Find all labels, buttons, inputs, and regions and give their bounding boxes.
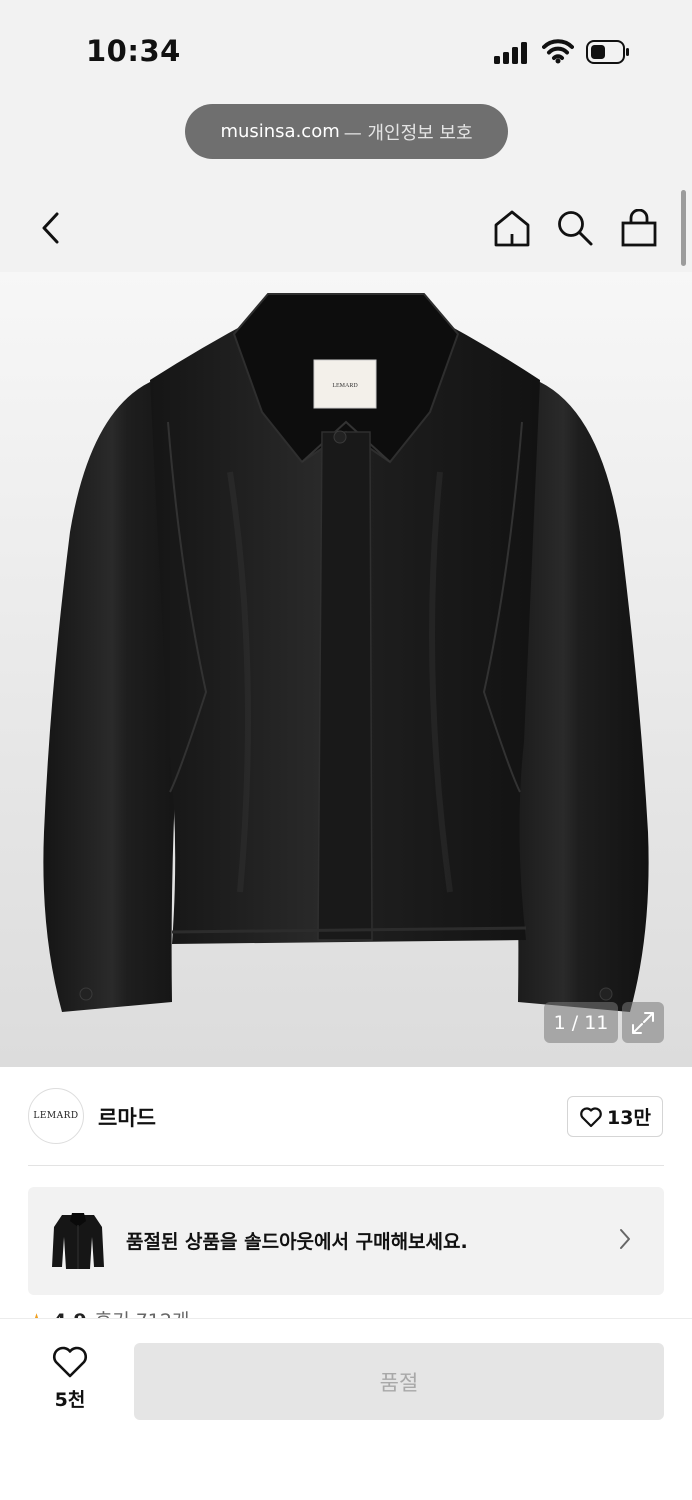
wifi-icon: [542, 39, 574, 64]
signal-icon: [494, 42, 527, 64]
search-button[interactable]: [551, 204, 599, 252]
jacket-thumbnail: [52, 1213, 104, 1269]
brand-like-count: 13만: [607, 1107, 651, 1129]
chevron-left-icon: [42, 212, 59, 244]
image-counter: 1 / 11: [544, 1002, 618, 1043]
jacket-label-text: LEMARD: [332, 383, 358, 389]
clock: 10:34: [86, 34, 181, 68]
url-privacy-label: — 개인정보 보호: [343, 122, 473, 144]
home-icon: [494, 210, 530, 247]
home-button[interactable]: [488, 204, 536, 252]
product-image[interactable]: LEMARD: [0, 272, 692, 1067]
brand-logo[interactable]: LEMARD: [28, 1088, 84, 1144]
shopping-bag-icon: [621, 209, 657, 247]
back-button[interactable]: [26, 204, 74, 252]
sold-out-button[interactable]: 품절: [134, 1343, 664, 1420]
wishlist-count: 5천: [54, 1389, 86, 1411]
scroll-indicator[interactable]: [681, 190, 686, 266]
wishlist-button[interactable]: 5천: [40, 1345, 100, 1415]
cart-button[interactable]: [615, 204, 663, 252]
brand-row: LEMARD 르마드 13만: [0, 1067, 692, 1165]
soldout-banner-text: 품절된 상품을 솔드아웃에서 구매해보세요.: [126, 1231, 468, 1253]
bottom-bar: 5천 품절: [0, 1318, 692, 1500]
chevron-right-icon: [620, 1229, 630, 1249]
leather-jacket-image: LEMARD: [43, 293, 649, 1012]
divider: [28, 1165, 664, 1166]
heart-icon: [53, 1346, 87, 1378]
status-bar: 10:34: [0, 0, 692, 190]
url-domain: musinsa.com: [220, 121, 340, 142]
soldout-banner[interactable]: 품절된 상품을 솔드아웃에서 구매해보세요.: [28, 1187, 664, 1295]
expand-button[interactable]: [622, 1002, 664, 1043]
battery-icon: [586, 40, 629, 64]
search-icon: [558, 211, 593, 246]
expand-icon: [632, 1011, 654, 1034]
brand-name[interactable]: 르마드: [98, 1102, 156, 1132]
top-nav: [0, 190, 692, 272]
brand-like-button[interactable]: 13만: [567, 1096, 663, 1137]
url-pill[interactable]: musinsa.com — 개인정보 보호: [185, 104, 508, 159]
heart-icon: [580, 1106, 602, 1127]
